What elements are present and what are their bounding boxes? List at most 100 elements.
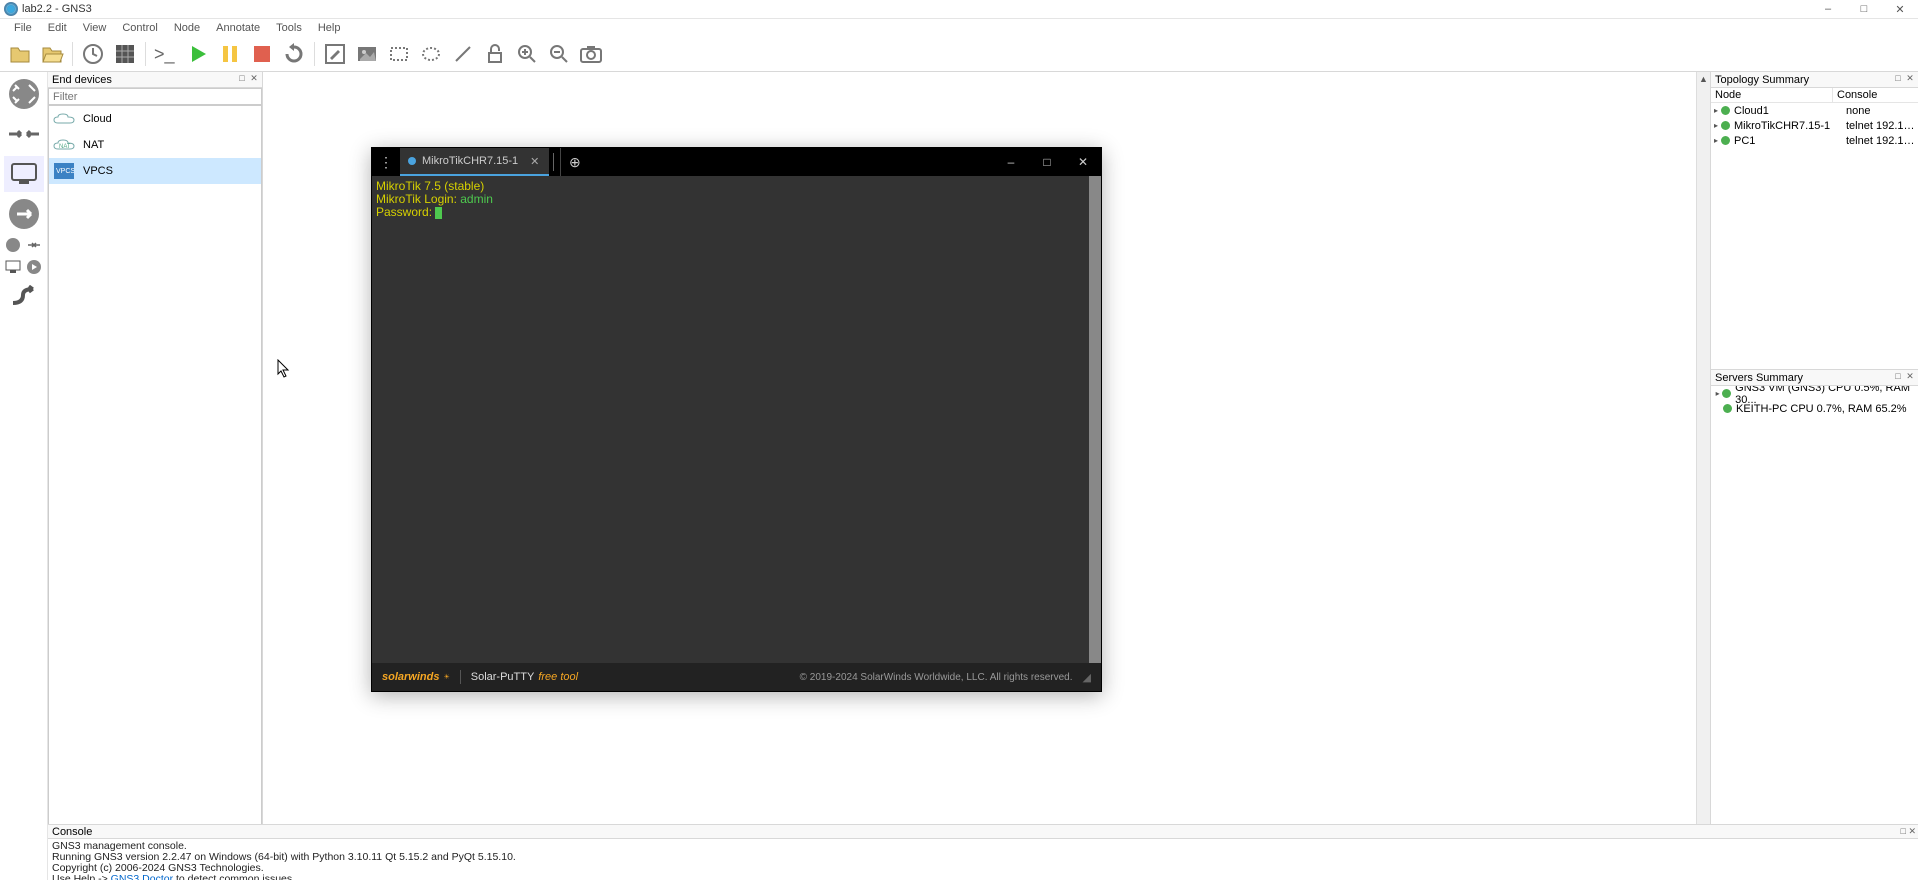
menu-view[interactable]: View (75, 22, 115, 34)
device-list: Cloud NAT NAT VPCS VPCS (48, 105, 262, 862)
status-dot-icon (1721, 106, 1730, 115)
pause-all-button[interactable] (216, 40, 244, 68)
draw-rectangle-button[interactable] (385, 40, 413, 68)
screenshot-button[interactable] (577, 40, 605, 68)
topology-row-mikrotik[interactable]: ▸ MikroTikCHR7.15-1 telnet 192.168.24... (1711, 118, 1918, 133)
monitor-small-button[interactable] (4, 258, 23, 276)
product-tag: free tool (538, 671, 578, 683)
draw-ellipse-button[interactable] (417, 40, 445, 68)
device-item-nat[interactable]: NAT NAT (49, 132, 261, 158)
resize-grip-icon[interactable]: ◢ (1083, 671, 1091, 684)
product-name: Solar-PuTTY (471, 671, 535, 683)
insert-image-button[interactable] (353, 40, 381, 68)
terminal-maximize-button[interactable]: □ (1029, 148, 1065, 176)
reload-all-button[interactable] (280, 40, 308, 68)
menu-node[interactable]: Node (166, 22, 208, 34)
add-link-button[interactable] (4, 280, 44, 316)
terminal-minimize-button[interactable]: – (993, 148, 1029, 176)
terminal-titlebar[interactable]: ⋮ MikroTikCHR7.15-1 ✕ ⊕ – □ ✕ (372, 148, 1101, 176)
zoom-out-button[interactable] (545, 40, 573, 68)
snapshot-history-button[interactable] (79, 40, 107, 68)
panel-close-icon[interactable]: ✕ (1904, 73, 1916, 84)
node-console: none (1846, 105, 1918, 117)
panel-close-icon[interactable]: ✕ (1908, 826, 1916, 836)
end-devices-panel: End devices □✕ Cloud NAT NAT VPCS VPCS +… (48, 72, 263, 880)
stop-all-button[interactable] (248, 40, 276, 68)
panel-close-icon[interactable]: ✕ (1904, 371, 1916, 382)
draw-line-button[interactable] (449, 40, 477, 68)
show-grid-button[interactable] (111, 40, 139, 68)
server-row-gns3vm[interactable]: ▸ GNS3 VM (GNS3) CPU 0.5%, RAM 30... (1711, 386, 1918, 401)
canvas-vertical-scrollbar[interactable]: ▲ ▼ (1696, 72, 1710, 880)
node-console: telnet 192.168.24... (1846, 135, 1918, 147)
terminal-tab-label: MikroTikCHR7.15-1 (422, 155, 518, 167)
app-titlebar: lab2.2 - GNS3 – □ ✕ (0, 0, 1918, 19)
menu-control[interactable]: Control (114, 22, 165, 34)
start-all-button[interactable] (184, 40, 212, 68)
minimize-button[interactable]: – (1810, 0, 1846, 19)
terminal-window[interactable]: ⋮ MikroTikCHR7.15-1 ✕ ⊕ – □ ✕ MikroTik 7… (371, 147, 1102, 692)
server-row-keithpc[interactable]: ▸ KEITH-PC CPU 0.7%, RAM 65.2% (1711, 401, 1918, 416)
col-console[interactable]: Console (1833, 88, 1918, 102)
device-item-cloud[interactable]: Cloud (49, 106, 261, 132)
lock-button[interactable] (481, 40, 509, 68)
cloud-icon (53, 112, 75, 126)
gns3-doctor-link[interactable]: GNS3 Doctor (111, 873, 173, 880)
all-devices-small-button[interactable] (4, 236, 23, 254)
window-title: lab2.2 - GNS3 (22, 3, 92, 15)
console-output[interactable]: GNS3 management console. Running GNS3 ve… (48, 839, 1918, 880)
open-project-button[interactable] (38, 40, 66, 68)
terminal-cursor (435, 207, 442, 219)
terminal-scrollbar[interactable] (1089, 176, 1101, 663)
panel-float-icon[interactable]: □ (1901, 826, 1906, 836)
zoom-in-button[interactable] (513, 40, 541, 68)
terminal-copyright: © 2019-2024 SolarWinds Worldwide, LLC. A… (800, 672, 1073, 683)
menu-help[interactable]: Help (310, 22, 349, 34)
tab-close-icon[interactable]: ✕ (530, 155, 539, 168)
terminal-close-button[interactable]: ✕ (1065, 148, 1101, 176)
maximize-button[interactable]: □ (1846, 0, 1882, 19)
servers-summary-panel: Servers Summary □✕ ▸ GNS3 VM (GNS3) CPU … (1711, 370, 1918, 880)
terminal-tab[interactable]: MikroTikCHR7.15-1 ✕ (400, 148, 549, 176)
new-tab-button[interactable]: ⊕ (560, 148, 588, 176)
panel-float-icon[interactable]: □ (236, 73, 248, 84)
terminal-line: MikroTik Login: admin (376, 193, 1097, 206)
server-label: KEITH-PC CPU 0.7%, RAM 65.2% (1736, 403, 1907, 415)
switch-small-button[interactable] (25, 236, 44, 254)
routers-category-button[interactable] (4, 76, 44, 112)
device-item-vpcs[interactable]: VPCS VPCS (49, 158, 261, 184)
svg-text:VPCS: VPCS (56, 168, 74, 175)
device-filter-input[interactable] (48, 88, 262, 105)
terminal-menu-button[interactable]: ⋮ (372, 148, 400, 176)
gns3-logo-icon (4, 2, 18, 16)
topology-row-cloud1[interactable]: ▸ Cloud1 none (1711, 103, 1918, 118)
node-name: MikroTikCHR7.15-1 (1734, 120, 1846, 132)
panel-float-icon[interactable]: □ (1892, 73, 1904, 84)
new-project-button[interactable] (6, 40, 34, 68)
status-dot-icon (1721, 136, 1730, 145)
tab-status-dot-icon (408, 157, 416, 165)
topology-row-pc1[interactable]: ▸ PC1 telnet 192.168.24... (1711, 133, 1918, 148)
col-node[interactable]: Node (1711, 88, 1833, 102)
menu-edit[interactable]: Edit (40, 22, 75, 34)
node-console: telnet 192.168.24... (1846, 120, 1918, 132)
terminal-line: MikroTik 7.5 (stable) (376, 179, 484, 193)
console-all-button[interactable]: >_ (152, 40, 180, 68)
device-label: NAT (83, 139, 104, 151)
panel-close-icon[interactable]: ✕ (248, 73, 260, 84)
switches-category-button[interactable] (4, 116, 44, 152)
status-dot-icon (1722, 389, 1731, 398)
menu-tools[interactable]: Tools (268, 22, 310, 34)
end-devices-category-button[interactable] (4, 156, 44, 192)
play-small-button[interactable] (25, 258, 44, 276)
add-note-button[interactable] (321, 40, 349, 68)
menu-file[interactable]: File (6, 22, 40, 34)
menu-annotate[interactable]: Annotate (208, 22, 268, 34)
panel-float-icon[interactable]: □ (1892, 371, 1904, 382)
terminal-body[interactable]: MikroTik 7.5 (stable) MikroTik Login: ad… (372, 176, 1101, 663)
menubar: File Edit View Control Node Annotate Too… (0, 19, 1918, 36)
close-button[interactable]: ✕ (1882, 0, 1918, 19)
console-line: Use Help -> GNS3 Doctor to detect common… (52, 874, 1914, 880)
security-devices-category-button[interactable] (4, 196, 44, 232)
status-dot-icon (1723, 404, 1732, 413)
